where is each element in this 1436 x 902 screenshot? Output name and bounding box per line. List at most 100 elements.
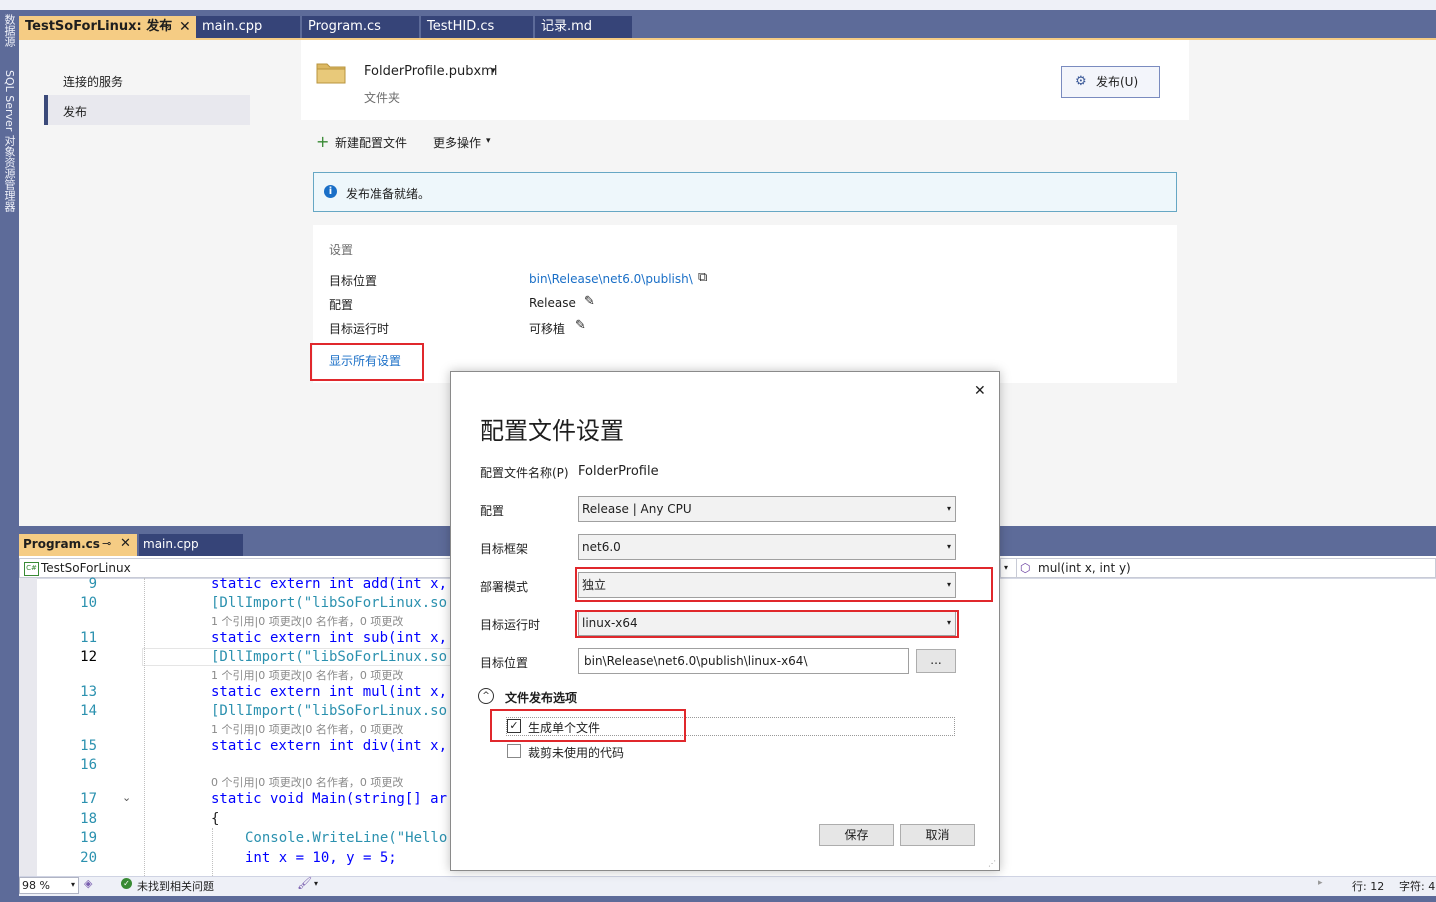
save-button[interactable]: 保存	[819, 824, 894, 846]
cancel-button[interactable]: 取消	[900, 824, 975, 846]
indicator-margin	[19, 578, 37, 876]
tab-main-cpp-editor[interactable]: main.cpp	[139, 534, 243, 556]
location-input-value: bin\Release\net6.0\publish\linux-x64\	[584, 654, 808, 668]
copy-icon[interactable]: ⧉	[698, 270, 707, 285]
project-combo-value: TestSoForLinux	[41, 561, 131, 575]
close-icon[interactable]: ✕	[179, 16, 191, 38]
char-indicator: 字符: 40	[1399, 880, 1436, 893]
code-line: [DllImport("libSoForLinux.so	[211, 703, 448, 719]
tab-record-md[interactable]: 记录.md	[535, 16, 632, 38]
profile-name-value: FolderProfile	[578, 464, 659, 479]
cancel-button-label: 取消	[925, 828, 950, 842]
status-bar	[19, 876, 1436, 897]
tab-label: Program.cs	[23, 537, 100, 551]
scroll-right-icon[interactable]: ▸	[1318, 878, 1323, 888]
code-line: static void Main(string[] ar	[211, 791, 448, 807]
profile-name[interactable]: FolderProfile.pubxml	[364, 64, 497, 79]
framework-select[interactable]: net6.0 ▾	[578, 534, 956, 560]
profile-name-label: 配置文件名称(P)	[480, 466, 569, 480]
tab-label: TestSoForLinux: 发布	[25, 19, 173, 34]
code-line: [DllImport("libSoForLinux.so	[211, 595, 448, 611]
tab-main-cpp[interactable]: main.cpp	[196, 16, 300, 38]
tab-program-cs[interactable]: Program.cs	[302, 16, 419, 38]
code-line: static extern int mul(int x,	[211, 684, 448, 700]
line-number: 19	[80, 830, 97, 846]
location-input[interactable]: bin\Release\net6.0\publish\linux-x64\	[578, 648, 909, 674]
config-select[interactable]: Release | Any CPU ▾	[578, 496, 956, 522]
trim-checkbox[interactable]	[507, 744, 521, 758]
profile-card	[301, 40, 1189, 120]
chevron-down-icon[interactable]: ▾	[491, 66, 496, 76]
sql-server-explorer-tab[interactable]: SQL Server 对象资源管理器	[1, 70, 17, 212]
new-profile-link[interactable]: 新建配置文件	[335, 134, 407, 151]
chevron-down-icon: ▾	[946, 542, 951, 551]
dialog-title: 配置文件设置	[480, 417, 624, 445]
tab-testhid-cs[interactable]: TestHID.cs	[421, 16, 533, 38]
save-button-label: 保存	[844, 828, 869, 842]
framework-select-value: net6.0	[582, 540, 621, 554]
member-combo-arrow[interactable]: ▾	[1000, 558, 1016, 578]
line-number: 16	[80, 757, 97, 773]
code-line: [DllImport("libSoForLinux.so	[211, 649, 448, 665]
pin-icon[interactable]: ⊸	[102, 537, 111, 550]
browse-button[interactable]: ...	[916, 649, 956, 673]
collapse-chevron-up-icon[interactable]: ^	[478, 688, 494, 704]
brush-icon[interactable]: 🖌	[297, 876, 312, 890]
pin-icon[interactable]: ⊸	[160, 16, 169, 38]
folder-icon	[316, 61, 346, 84]
target-location-label: 目标位置	[329, 274, 378, 288]
project-combo[interactable]: C# TestSoForLinux	[19, 558, 451, 578]
tab-label: main.cpp	[143, 537, 199, 551]
nav-selection-bar	[44, 95, 48, 125]
data-sources-tab[interactable]: 数据源	[1, 14, 17, 47]
codelens[interactable]: 0 个引用|0 项更改|0 名作者，0 项更改	[211, 774, 403, 790]
nav-publish[interactable]: 发布	[63, 103, 87, 120]
close-icon[interactable]: ✕	[974, 383, 986, 399]
zoom-combo[interactable]: 98 % ▾	[19, 877, 79, 894]
edit-pencil-icon[interactable]: ✎	[575, 318, 586, 333]
codelens[interactable]: 1 个引用|0 项更改|0 名作者，0 项更改	[211, 721, 403, 737]
issues-status[interactable]: 未找到相关问题	[137, 878, 214, 894]
settings-heading: 设置	[329, 243, 354, 257]
line-number: 18	[80, 811, 97, 827]
config-label: 配置	[329, 298, 354, 312]
code-line: Console.WriteLine("Hello	[245, 830, 448, 846]
plus-icon[interactable]: +	[316, 132, 329, 151]
collapse-chevron-icon[interactable]: ⌄	[122, 791, 131, 804]
nav-connected-services[interactable]: 连接的服务	[63, 73, 123, 90]
tab-program-cs-editor[interactable]: Program.cs ⊸ ✕	[19, 534, 137, 556]
target-location-link[interactable]: bin\Release\net6.0\publish\	[529, 272, 693, 286]
location-label: 目标位置	[480, 656, 529, 670]
chevron-down-icon[interactable]: ▾	[486, 136, 491, 146]
publish-button[interactable]: ⚙ 发布(U)	[1061, 66, 1160, 98]
chevron-down-icon[interactable]: ▾	[314, 879, 318, 888]
line-number: 9	[88, 576, 97, 592]
line-indicator: 行: 12	[1352, 880, 1385, 893]
highlight-box	[575, 610, 959, 638]
framework-label: 目标框架	[480, 542, 529, 556]
line-number: 13	[80, 684, 97, 700]
member-combo[interactable]: ⬡ mul(int x, int y)	[1016, 558, 1436, 578]
tab-publish[interactable]: TestSoForLinux: 发布 ⊸ ✕	[19, 16, 196, 38]
line-number: 14	[80, 703, 97, 719]
codelens[interactable]: 1 个引用|0 项更改|0 名作者，0 项更改	[211, 613, 403, 629]
code-line: static extern int div(int x,	[211, 738, 448, 754]
chevron-down-icon: ▾	[70, 880, 75, 889]
edit-pencil-icon[interactable]: ✎	[584, 294, 595, 309]
intellicode-icon[interactable]: ◈	[84, 877, 92, 890]
highlight-box	[575, 567, 993, 602]
method-icon: ⬡	[1020, 561, 1031, 575]
line-number: 10	[80, 595, 97, 611]
trim-label[interactable]: 裁剪未使用的代码	[528, 744, 624, 761]
code-line: {	[211, 811, 220, 827]
profile-type: 文件夹	[364, 91, 401, 105]
resize-grip-icon[interactable]: ⋰	[988, 859, 996, 868]
more-actions-menu[interactable]: 更多操作	[433, 134, 481, 151]
code-line: int x = 10, y = 5;	[245, 850, 397, 866]
close-icon[interactable]: ✕	[120, 536, 131, 551]
indent-guide	[212, 828, 213, 876]
line-number: 17	[80, 791, 97, 807]
runtime-value: 可移植	[529, 322, 566, 336]
codelens[interactable]: 1 个引用|0 项更改|0 名作者，0 项更改	[211, 667, 403, 683]
runtime-label: 目标运行时	[329, 322, 390, 336]
